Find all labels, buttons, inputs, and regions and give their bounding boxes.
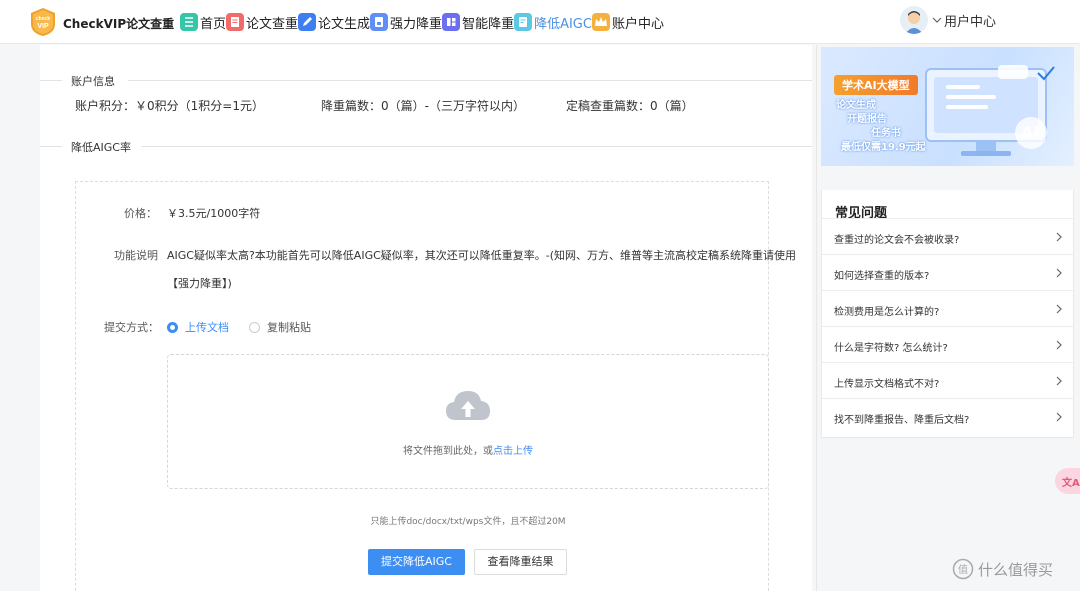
function-desc-label: 功能说明 <box>114 249 158 262</box>
account-section-header: 账户信息 <box>40 73 812 88</box>
drop-instruction: 将文件拖到此处，或 <box>403 446 493 457</box>
translate-icon: 文A <box>1062 478 1080 489</box>
list-icon <box>180 13 198 31</box>
translate-float-button[interactable]: 文A <box>1055 468 1080 494</box>
nav-item-4[interactable]: 智能降重 <box>442 12 514 32</box>
account-points: 账户积分：￥0积分（1积分=1元） <box>75 99 264 113</box>
logo-text-top: check <box>36 16 50 22</box>
chevron-down-icon <box>932 17 942 23</box>
nav-label: 智能降重 <box>462 16 515 32</box>
checkvip-logo[interactable]: check VIP <box>30 7 56 37</box>
chevron-right-icon <box>1056 376 1062 386</box>
price-label: 价格： <box>124 207 157 220</box>
final-check-count: 定稿查重篇数：0（篇） <box>566 99 694 113</box>
main-panel: 账户信息 账户积分：￥0积分（1积分=1元） 降重篇数：0（篇）-（三万字符以内… <box>40 45 812 591</box>
watermark-logo-icon: 值 <box>952 558 974 580</box>
nav-label: 论文生成 <box>318 16 371 32</box>
chevron-right-icon <box>1056 412 1062 422</box>
faq-item[interactable]: 查重过的论文会不会被收录? <box>822 218 1073 254</box>
nav-item-6[interactable]: 账户中心 <box>591 12 664 32</box>
radio-copy-paste[interactable]: 复制粘贴 <box>249 319 311 335</box>
reduce-count: 降重篇数：0（篇）-（三万字符以内） <box>321 99 525 113</box>
divider <box>40 80 62 81</box>
faq-item[interactable]: 上传显示文档格式不对? <box>822 362 1073 398</box>
faq-item[interactable]: 什么是字符数? 怎么统计? <box>822 326 1073 362</box>
aigc-form-box: 价格： ￥3.5元/1000字符 功能说明 AIGC疑似率太高?本功能首先可以降… <box>75 181 796 591</box>
faq-question: 查重过的论文会不会被收录? <box>834 235 960 246</box>
upload-hint: 只能上传doc/docx/txt/wps文件，且不超过20M <box>370 517 566 527</box>
aigc-section-header: 降低AIGC率 <box>40 139 812 154</box>
top-header: check VIP CheckVIP论文查重 首页 论文查重 论文生成 强力降重 智能降… <box>0 0 1080 44</box>
ai-promo-banner[interactable]: 学术AI大模型 论文生成 开题报告 任务书 最低仅需19.9元起 AI <box>821 47 1074 166</box>
nav-label: 降低AIGC <box>534 16 592 32</box>
faq-question: 上传显示文档格式不对? <box>834 379 940 390</box>
faq-question: 找不到降重报告、降重后文档? <box>834 415 970 426</box>
faq-item[interactable]: 如何选择查重的版本? <box>822 254 1073 290</box>
main-nav: 首页 论文查重 论文生成 强力降重 智能降重 降低AIGC 账户中心 <box>180 12 664 32</box>
user-center-label[interactable]: 用户中心 <box>944 11 996 30</box>
aigc-section-title: 降低AIGC率 <box>71 141 131 154</box>
edit-icon <box>298 13 317 31</box>
function-desc-line-2: 【强力降重】) <box>167 277 232 290</box>
radio-upload-label: 上传文档 <box>185 321 229 334</box>
brand-name[interactable]: CheckVIP论文查重 <box>63 15 174 32</box>
banner-line-1: 论文生成 <box>836 100 876 111</box>
click-upload-link[interactable]: 点击上传 <box>493 446 533 457</box>
radio-upload-document[interactable]: 上传文档 <box>167 319 229 335</box>
faq-question: 检测费用是怎么计算的? <box>834 307 940 318</box>
logo-text-bottom: VIP <box>37 23 49 30</box>
faq-question: 什么是字符数? 怎么统计? <box>834 343 948 354</box>
nav-item-0[interactable]: 首页 <box>180 12 226 32</box>
submit-aigc-button[interactable]: 提交降低AIGC <box>368 549 465 575</box>
file-lock-icon <box>370 13 389 31</box>
radio-selected-icon <box>167 321 178 333</box>
nav-item-3[interactable]: 强力降重 <box>370 12 442 32</box>
drop-zone-text: 将文件拖到此处，或点击上传 <box>168 442 768 457</box>
nav-item-2[interactable]: 论文生成 <box>298 12 370 32</box>
sidebar-divider <box>816 45 817 591</box>
faq-panel: 常见问题 查重过的论文会不会被收录? 如何选择查重的版本? 检测费用是怎么计算的? 什… <box>821 190 1074 438</box>
watermark: 值 什么值得买 <box>952 558 1053 580</box>
svg-text:值: 值 <box>958 563 968 576</box>
radio-unselected-icon <box>249 321 260 333</box>
divider <box>40 146 62 147</box>
nav-item-1[interactable]: 论文查重 <box>226 12 298 32</box>
divider <box>141 146 812 147</box>
submit-method-label: 提交方式： <box>104 321 159 334</box>
chevron-right-icon <box>1056 232 1062 242</box>
function-desc-line-1: AIGC疑似率太高?本功能首先可以降低AIGC疑似率，其次还可以降低重复率。-(… <box>167 249 797 262</box>
radio-paste-label: 复制粘贴 <box>267 321 311 334</box>
cloud-upload-icon <box>446 391 490 420</box>
nav-label: 强力降重 <box>390 16 443 32</box>
user-menu[interactable]: 用户中心 <box>900 6 996 34</box>
crown-icon <box>591 13 610 31</box>
account-section-title: 账户信息 <box>71 75 115 88</box>
banner-line-2: 开题报告 <box>847 114 887 125</box>
price-value: ￥3.5元/1000字符 <box>167 207 261 220</box>
chevron-right-icon <box>1056 268 1062 278</box>
grid-icon <box>442 13 461 31</box>
faq-question: 如何选择查重的版本? <box>834 271 930 282</box>
document-icon <box>226 13 245 31</box>
banner-ai-badge: AI <box>1021 123 1040 142</box>
chevron-right-icon <box>1056 340 1062 350</box>
nav-label: 账户中心 <box>611 16 664 32</box>
banner-line-4: 最低仅需19.9元起 <box>841 142 926 153</box>
faq-item[interactable]: 找不到降重报告、降重后文档? <box>822 398 1073 434</box>
banner-line-3: 任务书 <box>871 128 901 139</box>
chevron-right-icon <box>1056 304 1062 314</box>
nav-item-5[interactable]: 降低AIGC <box>514 12 592 32</box>
divider <box>128 80 812 81</box>
monitor-illustration <box>925 65 1055 156</box>
view-result-button[interactable]: 查看降重结果 <box>474 549 567 575</box>
file-drop-zone[interactable]: 将文件拖到此处，或点击上传 <box>167 354 769 489</box>
doc-ai-icon <box>514 13 533 31</box>
nav-label: 首页 <box>200 16 227 32</box>
watermark-text: 什么值得买 <box>978 560 1054 579</box>
faq-item[interactable]: 检测费用是怎么计算的? <box>822 290 1073 326</box>
banner-tag: 学术AI大模型 <box>834 75 918 95</box>
faq-list: 查重过的论文会不会被收录? 如何选择查重的版本? 检测费用是怎么计算的? 什么是字符数… <box>822 218 1073 434</box>
nav-label: 论文查重 <box>246 16 299 32</box>
user-avatar[interactable] <box>900 6 928 34</box>
